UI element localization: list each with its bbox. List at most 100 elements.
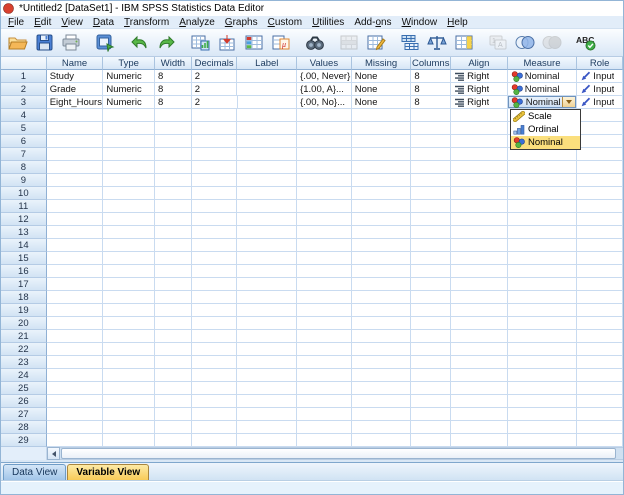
cell-label[interactable] xyxy=(237,265,298,278)
cell-missing[interactable] xyxy=(351,408,412,421)
cell-role[interactable] xyxy=(577,356,623,369)
cell-align[interactable] xyxy=(451,135,508,148)
cell-width[interactable] xyxy=(155,395,192,408)
cell-values[interactable] xyxy=(297,395,352,408)
cell-measure[interactable] xyxy=(507,317,578,330)
cell-width[interactable] xyxy=(155,317,192,330)
cell-decimals[interactable] xyxy=(191,161,238,174)
cell-decimals[interactable] xyxy=(191,356,238,369)
cell-values[interactable] xyxy=(297,317,352,330)
cell-decimals[interactable] xyxy=(191,252,238,265)
cell-values[interactable] xyxy=(297,161,352,174)
row-header-8[interactable]: 8 xyxy=(1,161,47,174)
cell-missing[interactable] xyxy=(351,213,412,226)
cell-type[interactable] xyxy=(103,135,155,148)
cell-type[interactable] xyxy=(103,304,155,317)
cell-type[interactable] xyxy=(103,343,155,356)
cell-columns[interactable] xyxy=(411,148,452,161)
cell-name[interactable] xyxy=(46,330,104,343)
cell-type[interactable]: Numeric xyxy=(103,70,155,83)
cell-align[interactable] xyxy=(451,395,508,408)
cell-align[interactable] xyxy=(451,369,508,382)
cell-width[interactable] xyxy=(155,421,192,434)
cell-role[interactable] xyxy=(577,291,623,304)
cell-decimals[interactable] xyxy=(191,135,238,148)
cell-label[interactable] xyxy=(237,278,298,291)
cell-missing[interactable] xyxy=(351,109,412,122)
cell-name[interactable] xyxy=(46,200,104,213)
cell-columns[interactable] xyxy=(411,239,452,252)
cell-type[interactable] xyxy=(103,187,155,200)
column-header-label[interactable]: Label xyxy=(237,57,298,70)
cell-align[interactable] xyxy=(451,109,508,122)
cell-values[interactable] xyxy=(297,343,352,356)
scrollbar-track[interactable] xyxy=(60,447,623,460)
cell-label[interactable] xyxy=(237,291,298,304)
toolbar-undo-icon[interactable] xyxy=(126,31,152,55)
cell-width[interactable] xyxy=(155,161,192,174)
cell-name[interactable] xyxy=(46,421,104,434)
cell-align[interactable] xyxy=(451,161,508,174)
cell-decimals[interactable] xyxy=(191,421,238,434)
cell-align[interactable] xyxy=(451,356,508,369)
scrollbar-thumb[interactable] xyxy=(61,448,616,459)
cell-name[interactable] xyxy=(46,148,104,161)
scroll-left-button[interactable] xyxy=(47,447,60,460)
cell-align[interactable] xyxy=(451,200,508,213)
cell-align[interactable] xyxy=(451,382,508,395)
cell-width[interactable]: 8 xyxy=(155,83,192,96)
menu-file[interactable]: File xyxy=(3,17,29,28)
cell-values[interactable] xyxy=(297,200,352,213)
column-header-align[interactable]: Align xyxy=(451,57,508,70)
cell-width[interactable] xyxy=(155,382,192,395)
cell-columns[interactable] xyxy=(411,304,452,317)
cell-type[interactable] xyxy=(103,122,155,135)
cell-columns[interactable] xyxy=(411,395,452,408)
cell-role[interactable] xyxy=(577,239,623,252)
cell-missing[interactable] xyxy=(351,343,412,356)
cell-missing[interactable] xyxy=(351,122,412,135)
cell-missing[interactable] xyxy=(351,174,412,187)
cell-role[interactable] xyxy=(577,434,623,447)
cell-measure[interactable] xyxy=(507,369,578,382)
cell-width[interactable] xyxy=(155,174,192,187)
cell-type[interactable]: Numeric xyxy=(103,83,155,96)
cell-type[interactable] xyxy=(103,226,155,239)
cell-type[interactable] xyxy=(103,395,155,408)
cell-columns[interactable] xyxy=(411,343,452,356)
cell-type[interactable] xyxy=(103,421,155,434)
cell-type[interactable] xyxy=(103,213,155,226)
cell-width[interactable] xyxy=(155,356,192,369)
cell-columns[interactable] xyxy=(411,122,452,135)
row-header-15[interactable]: 15 xyxy=(1,252,47,265)
row-header-14[interactable]: 14 xyxy=(1,239,47,252)
cell-name[interactable] xyxy=(46,408,104,421)
row-header-7[interactable]: 7 xyxy=(1,148,47,161)
toolbar-variables-info-icon[interactable]: μ xyxy=(268,31,294,55)
toolbar-spell-check-icon[interactable]: ABC xyxy=(573,31,599,55)
cell-align[interactable] xyxy=(451,187,508,200)
cell-role[interactable] xyxy=(577,161,623,174)
cell-label[interactable] xyxy=(237,408,298,421)
row-header-25[interactable]: 25 xyxy=(1,382,47,395)
cell-label[interactable] xyxy=(237,304,298,317)
cell-missing[interactable] xyxy=(351,200,412,213)
toolbar-print-icon[interactable] xyxy=(58,31,84,55)
cell-width[interactable] xyxy=(155,200,192,213)
cell-measure[interactable] xyxy=(507,265,578,278)
cell-role[interactable] xyxy=(577,330,623,343)
cell-columns[interactable] xyxy=(411,356,452,369)
cell-decimals[interactable] xyxy=(191,265,238,278)
cell-align[interactable] xyxy=(451,226,508,239)
cell-decimals[interactable] xyxy=(191,304,238,317)
cell-measure[interactable] xyxy=(507,356,578,369)
cell-label[interactable] xyxy=(237,96,298,109)
cell-missing[interactable] xyxy=(351,395,412,408)
cell-values[interactable] xyxy=(297,369,352,382)
cell-values[interactable] xyxy=(297,122,352,135)
cell-role[interactable] xyxy=(577,109,623,122)
cell-label[interactable] xyxy=(237,356,298,369)
menu-transform[interactable]: Transform xyxy=(119,17,174,28)
cell-role[interactable] xyxy=(577,304,623,317)
cell-columns[interactable] xyxy=(411,434,452,447)
